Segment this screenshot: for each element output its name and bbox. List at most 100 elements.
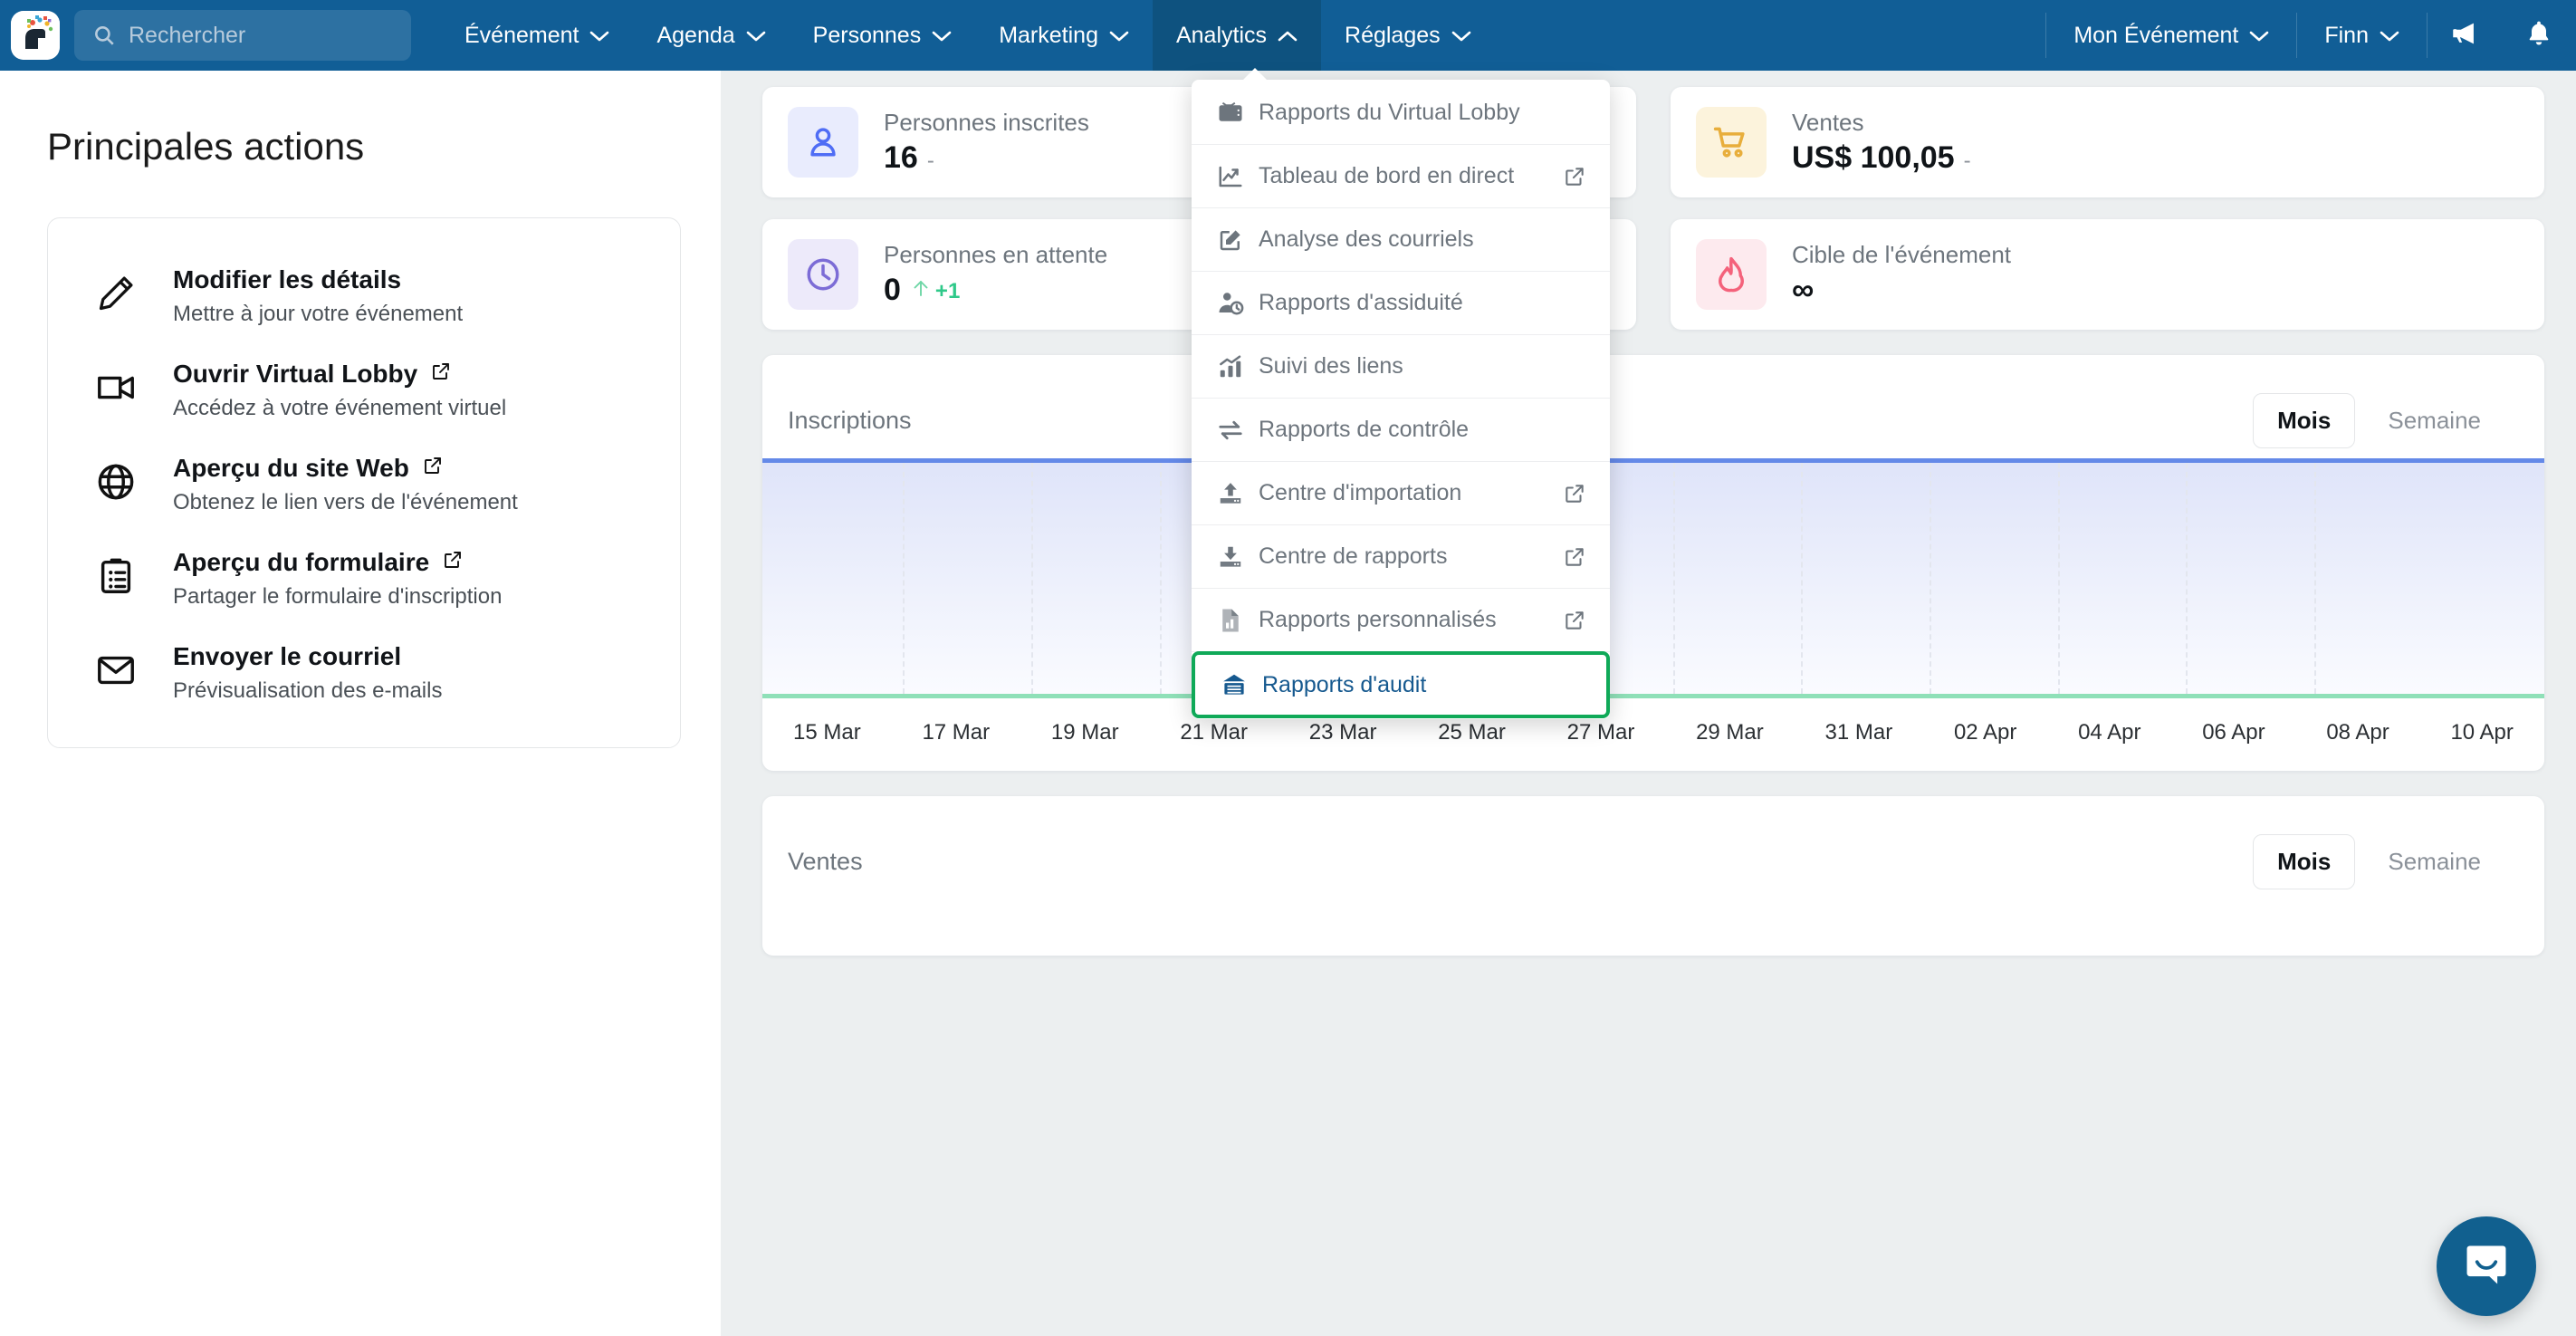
pencil-icon	[95, 265, 173, 314]
menu-item-rapports-audit[interactable]: Rapports d'audit	[1192, 651, 1610, 718]
stat-delta: -	[1963, 149, 1971, 173]
stat-card-cible-evenement[interactable]: Cible de l'événement ∞	[1671, 219, 2544, 330]
user-menu[interactable]: Finn	[2297, 0, 2427, 71]
menu-item-tableau-de-bord-en-direct[interactable]: Tableau de bord en direct	[1192, 145, 1610, 208]
stats-grid: Personnes inscrites 16 - Ventes US$ 100,…	[762, 87, 2544, 330]
stat-label: Cible de l'événement	[1792, 241, 2011, 268]
bar-chart-icon	[1217, 353, 1259, 380]
toggle-mois[interactable]: Mois	[2253, 833, 2356, 889]
chevron-down-icon	[2380, 23, 2399, 49]
chart-card-inscriptions: Inscriptions Mois Semaine 15 Mar 17 Mar …	[762, 355, 2544, 771]
external-link-icon	[1563, 545, 1586, 569]
nav-item-analytics[interactable]: Analytics	[1152, 0, 1322, 71]
action-apercu-du-site-web[interactable]: Aperçu du site Web Obtenez le lien vers …	[48, 437, 680, 532]
x-tick-label: 25 Mar	[1438, 720, 1506, 745]
chevron-down-icon	[932, 23, 952, 49]
clock-icon	[788, 239, 858, 310]
period-toggle: Mois Semaine	[2253, 392, 2504, 448]
user-icon	[788, 107, 858, 178]
nav-item-agenda[interactable]: Agenda	[633, 0, 789, 71]
x-tick-label: 10 Apr	[2450, 720, 2514, 745]
x-tick-label: 08 Apr	[2326, 720, 2389, 745]
grid-line	[1801, 463, 1804, 694]
nav-item-label: Marketing	[999, 22, 1098, 48]
stat-value: US$ 100,05	[1792, 140, 1955, 175]
bell-icon	[2524, 19, 2553, 53]
action-envoyer-le-courriel[interactable]: Envoyer le courriel Prévisualisation des…	[48, 626, 680, 720]
chat-launcher-button[interactable]	[2437, 1216, 2536, 1316]
menu-item-analyse-des-courriels[interactable]: Analyse des courriels	[1192, 208, 1610, 272]
action-subtitle: Partager le formulaire d'inscription	[173, 584, 503, 609]
page-title: Principales actions	[47, 125, 365, 168]
user-menu-label: Finn	[2324, 22, 2369, 48]
external-link-icon	[1563, 165, 1586, 188]
chart-plot-area[interactable]	[762, 458, 2544, 698]
stat-card-ventes[interactable]: Ventes US$ 100,05 -	[1671, 87, 2544, 197]
transfer-arrows-icon	[1217, 417, 1259, 444]
toggle-mois[interactable]: Mois	[2253, 392, 2356, 448]
menu-item-centre-de-rapports[interactable]: Centre de rapports	[1192, 525, 1610, 589]
grid-line	[1031, 463, 1034, 694]
menu-item-label: Tableau de bord en direct	[1259, 163, 1515, 188]
nav-item-label: Événement	[464, 22, 579, 48]
menu-item-label: Rapports d'audit	[1262, 671, 1427, 697]
chart-x-axis: 15 Mar 17 Mar 19 Mar 21 Mar 23 Mar 25 Ma…	[762, 698, 2544, 771]
megaphone-button[interactable]	[2428, 0, 2502, 71]
analytics-dropdown-menu: Rapports du Virtual Lobby Tableau de bor…	[1192, 68, 1610, 719]
clipboard-list-icon	[95, 548, 173, 597]
chart-title: Inscriptions	[788, 406, 912, 434]
toggle-semaine[interactable]: Semaine	[2364, 394, 2504, 447]
chevron-down-icon	[1451, 23, 1471, 49]
external-link-icon	[422, 454, 444, 483]
menu-item-rapports-virtual-lobby[interactable]: Rapports du Virtual Lobby	[1192, 82, 1610, 145]
report-doc-icon	[1217, 607, 1259, 634]
toggle-semaine[interactable]: Semaine	[2364, 835, 2504, 889]
nav-item-label: Analytics	[1175, 22, 1268, 48]
chevron-down-icon	[1109, 23, 1129, 49]
action-title: Ouvrir Virtual Lobby	[173, 360, 506, 389]
nav-item-evenement[interactable]: Événement	[441, 0, 633, 71]
action-subtitle: Mettre à jour votre événement	[173, 302, 464, 326]
stat-delta: +1	[910, 276, 960, 306]
stat-delta: -	[926, 149, 934, 173]
menu-item-label: Rapports d'assiduité	[1259, 290, 1463, 315]
primary-nav: Événement Agenda Personnes Marketing Ana…	[441, 0, 1495, 71]
grid-line	[2314, 463, 2317, 694]
search-input[interactable]	[129, 22, 382, 49]
action-apercu-du-formulaire[interactable]: Aperçu du formulaire Partager le formula…	[48, 532, 680, 626]
action-modifier-les-details[interactable]: Modifier les détails Mettre à jour votre…	[48, 249, 680, 343]
action-title-text: Aperçu du site Web	[173, 454, 409, 482]
chevron-down-icon	[589, 23, 609, 49]
nav-item-marketing[interactable]: Marketing	[975, 0, 1153, 71]
menu-item-rapports-assiduite[interactable]: Rapports d'assiduité	[1192, 272, 1610, 335]
menu-item-suivi-des-liens[interactable]: Suivi des liens	[1192, 335, 1610, 399]
action-title-text: Aperçu du formulaire	[173, 548, 430, 576]
grid-line	[903, 463, 905, 694]
notifications-button[interactable]	[2502, 0, 2576, 71]
search-box[interactable]	[74, 10, 411, 61]
chevron-down-icon	[2249, 23, 2269, 49]
nav-item-reglages[interactable]: Réglages	[1321, 0, 1495, 71]
download-icon	[1217, 543, 1259, 571]
menu-item-label: Centre de rapports	[1259, 543, 1448, 569]
action-ouvrir-virtual-lobby[interactable]: Ouvrir Virtual Lobby Accédez à votre évé…	[48, 343, 680, 437]
stat-value: 0	[884, 273, 901, 307]
stat-value: ∞	[1792, 273, 1815, 307]
menu-item-rapports-personnalises[interactable]: Rapports personnalisés	[1192, 589, 1610, 652]
period-toggle: Mois Semaine	[2253, 833, 2504, 889]
x-tick-label: 31 Mar	[1824, 720, 1893, 745]
nav-item-personnes[interactable]: Personnes	[790, 0, 976, 71]
event-selector[interactable]: Mon Événement	[2046, 0, 2296, 71]
action-title: Modifier les détails	[173, 265, 463, 294]
stat-value-row: US$ 100,05 -	[1792, 140, 1971, 176]
line-chart-icon	[1217, 163, 1259, 190]
chevron-up-icon	[1278, 23, 1298, 49]
menu-item-rapports-de-controle[interactable]: Rapports de contrôle	[1192, 399, 1610, 462]
menu-item-centre-importation[interactable]: Centre d'importation	[1192, 462, 1610, 525]
grid-line	[2186, 463, 2188, 694]
grid-line	[1930, 463, 1932, 694]
stat-value-row: ∞	[1792, 273, 2011, 308]
globe-icon	[95, 454, 173, 503]
menu-item-label: Analyse des courriels	[1259, 226, 1474, 252]
app-logo[interactable]	[0, 0, 71, 71]
